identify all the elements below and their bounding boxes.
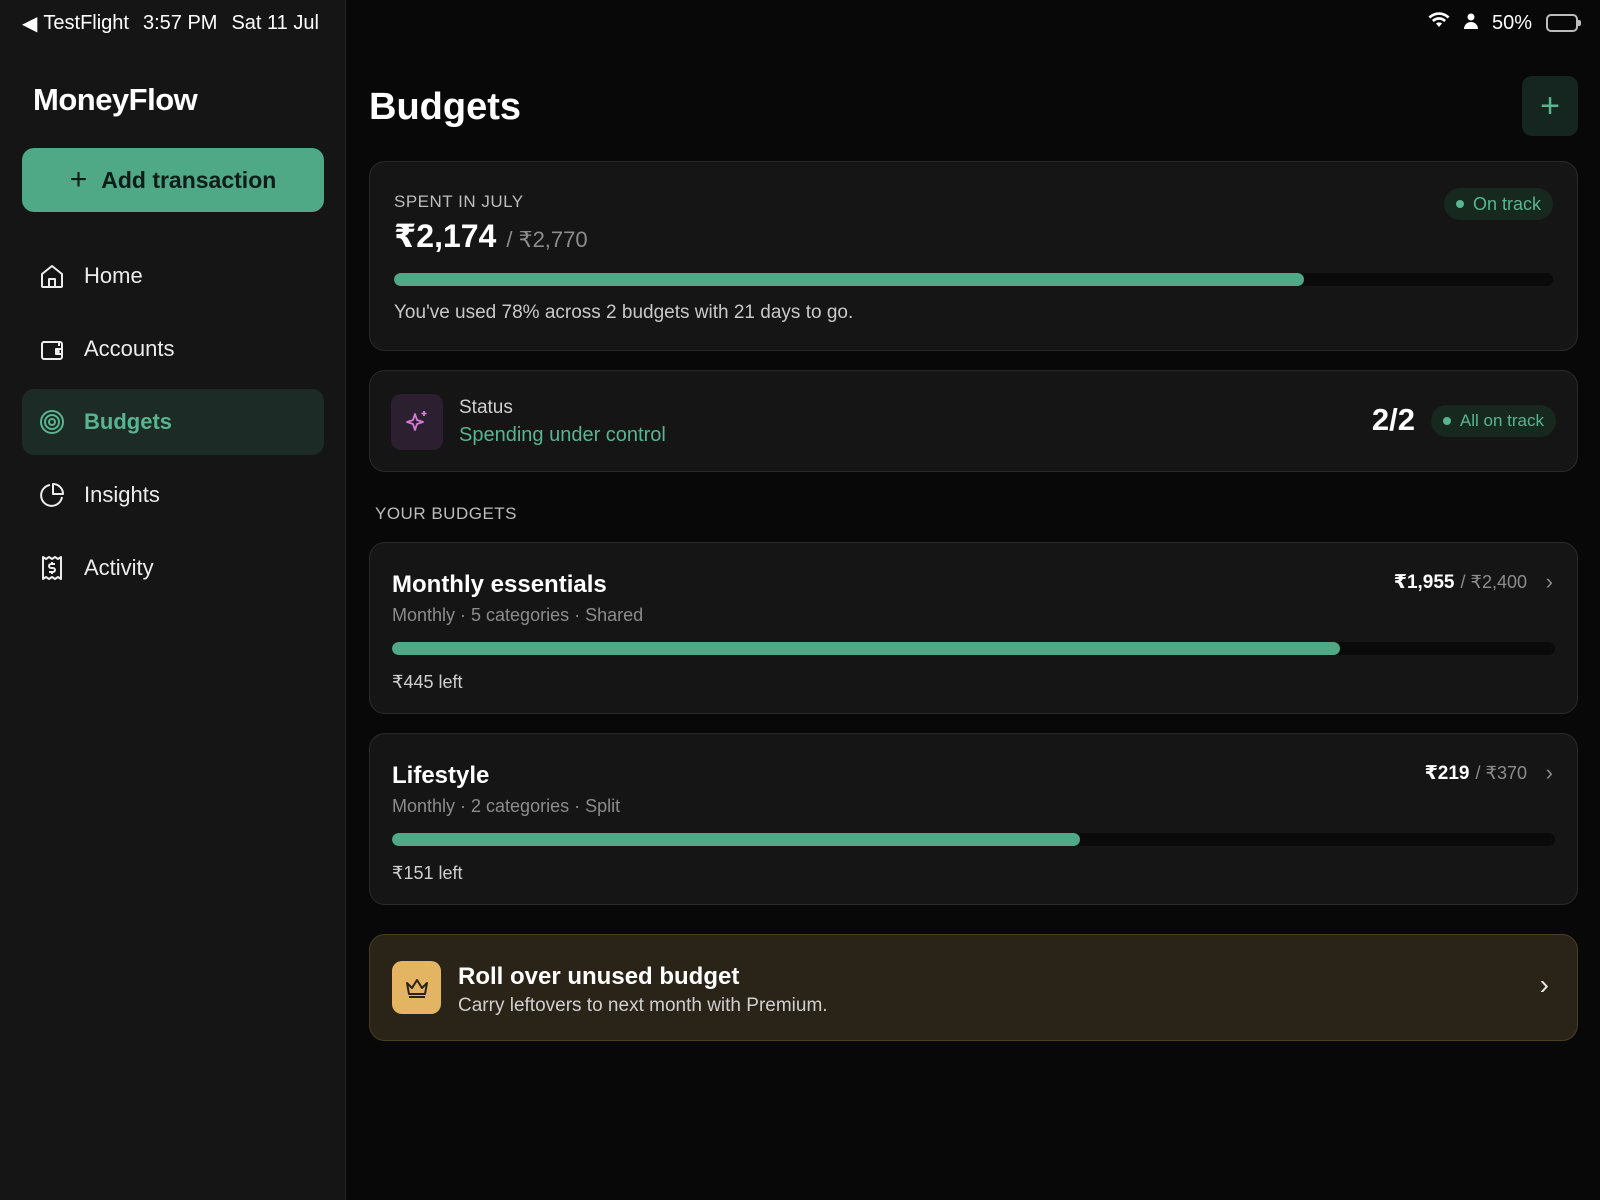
- status-time: 3:57 PM: [142, 11, 218, 34]
- budget-progress-track: [392, 642, 1555, 655]
- on-track-label: On track: [1472, 193, 1541, 214]
- target-icon: [40, 410, 64, 434]
- budget-progress-bar: [392, 833, 1081, 846]
- summary-label: SPENT IN JULY: [394, 192, 524, 211]
- budget-figures: ₹219 / ₹370: [1425, 762, 1527, 785]
- status-subtitle: Spending under control: [459, 424, 666, 446]
- wifi-icon: [1428, 11, 1450, 35]
- back-to-app-button[interactable]: ◀ TestFlight: [22, 11, 129, 36]
- budget-progress-track: [392, 833, 1555, 846]
- sidebar-nav: Home Accounts Budgets Insights Activity: [22, 243, 324, 608]
- promo-subtitle: Carry leftovers to next month with Premi…: [458, 995, 828, 1016]
- budget-card-monthly-essentials[interactable]: Monthly essentials Monthly · 5 categorie…: [369, 542, 1578, 714]
- status-card[interactable]: Status Spending under control 2/2 All on…: [369, 370, 1578, 472]
- section-label-your-budgets: YOUR BUDGETS: [375, 504, 518, 523]
- chevron-right-icon: ›: [1545, 760, 1553, 785]
- status-dot: [1455, 200, 1464, 208]
- status-dot: [1442, 417, 1451, 425]
- sidebar-item-insights[interactable]: Insights: [22, 462, 324, 528]
- spending-summary-card: SPENT IN JULY ₹2,174 / ₹2,770 On track Y…: [369, 161, 1578, 351]
- brand-logo: MoneyFlow: [33, 82, 198, 117]
- budget-remaining: ₹151 left: [392, 863, 463, 883]
- chevron-right-icon: ›: [1545, 569, 1553, 594]
- plus-icon: +: [69, 163, 88, 196]
- sidebar-item-label: Budgets: [84, 409, 172, 434]
- sidebar-item-label: Insights: [84, 482, 160, 507]
- budget-figures: ₹1,955 / ₹2,400: [1394, 571, 1527, 594]
- sidebar-item-label: Activity: [84, 555, 154, 580]
- back-arrow-icon: ◀: [22, 12, 38, 35]
- back-app-label: TestFlight: [43, 11, 129, 34]
- pie-chart-icon: [40, 483, 64, 507]
- budget-limit: / ₹370: [1475, 763, 1528, 783]
- budget-remaining: ₹445 left: [392, 672, 463, 692]
- crown-icon-box: [392, 961, 441, 1014]
- page-title: Budgets: [369, 86, 521, 128]
- budget-progress-bar: [392, 642, 1340, 655]
- budget-card-lifestyle[interactable]: Lifestyle Monthly · 2 categories · Split…: [369, 733, 1578, 905]
- budget-used: ₹219: [1424, 763, 1470, 784]
- home-icon: [41, 265, 63, 288]
- chevron-right-icon: ›: [1539, 969, 1549, 1000]
- status-bar: ◀ TestFlight 3:57 PM Sat 11 Jul 50%: [0, 0, 1600, 46]
- budget-meta: Monthly · 2 categories · Split: [392, 796, 621, 816]
- sidebar-item-label: Home: [84, 263, 143, 288]
- summary-total: / ₹2,770: [506, 227, 588, 252]
- promo-title: Roll over unused budget: [458, 963, 740, 990]
- summary-progress-bar: [394, 273, 1304, 286]
- sidebar-item-home[interactable]: Home: [22, 243, 324, 309]
- premium-rollover-card[interactable]: Roll over unused budget Carry leftovers …: [369, 934, 1578, 1041]
- sparkle-icon-box: [391, 394, 443, 450]
- summary-note: You've used 78% across 2 budgets with 21…: [394, 302, 854, 323]
- sidebar: MoneyFlow + Add transaction Home Account…: [0, 0, 346, 1200]
- budget-name: Monthly essentials: [392, 571, 607, 598]
- summary-spent: ₹2,174: [394, 218, 497, 254]
- summary-amount: ₹2,174 / ₹2,770: [394, 217, 588, 255]
- sidebar-item-budgets[interactable]: Budgets: [22, 389, 324, 455]
- wallet-icon: [41, 341, 63, 360]
- budget-used: ₹1,955: [1393, 572, 1455, 593]
- sidebar-item-accounts[interactable]: Accounts: [22, 316, 324, 382]
- status-title: Status: [459, 397, 513, 418]
- all-on-track-label: All on track: [1459, 411, 1544, 430]
- plus-icon: +: [1540, 86, 1560, 125]
- sparkle-icon: [406, 411, 427, 431]
- budgets-on-track-count: 2/2: [1371, 402, 1415, 437]
- add-transaction-label: Add transaction: [101, 166, 277, 193]
- add-budget-button[interactable]: +: [1522, 76, 1578, 136]
- person-icon: [1463, 12, 1478, 35]
- status-date: Sat 11 Jul: [231, 11, 319, 34]
- sidebar-item-activity[interactable]: Activity: [22, 535, 324, 601]
- battery-icon: [1546, 14, 1581, 32]
- summary-progress-track: [394, 273, 1553, 286]
- crown-icon: [405, 978, 428, 998]
- battery-percent: 50%: [1491, 11, 1532, 34]
- budget-meta: Monthly · 5 categories · Shared: [392, 605, 644, 625]
- add-transaction-button[interactable]: + Add transaction: [22, 148, 324, 212]
- budget-limit: / ₹2,400: [1460, 572, 1528, 592]
- receipt-icon: [42, 556, 62, 580]
- sidebar-item-label: Accounts: [84, 336, 175, 361]
- all-on-track-badge: All on track: [1430, 405, 1556, 437]
- on-track-badge: On track: [1443, 188, 1553, 220]
- budget-name: Lifestyle: [392, 762, 490, 789]
